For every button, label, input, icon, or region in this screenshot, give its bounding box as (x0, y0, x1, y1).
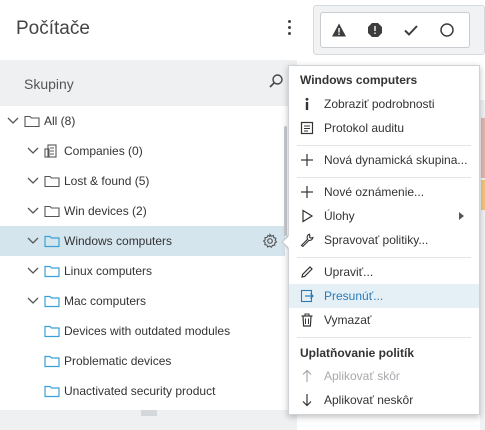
plus-icon (301, 154, 313, 166)
menu-item-label: Nová dynamická skupina... (324, 153, 468, 167)
tree-row-label: Win devices (2) (64, 204, 147, 218)
tree-row-label: Linux computers (64, 264, 153, 278)
menu-item-label: Spravovať politiky... (324, 233, 429, 247)
menu-separator (297, 177, 471, 178)
menu-item-tasks[interactable]: Úlohy (289, 204, 479, 228)
arrow-down-icon (302, 394, 312, 407)
computers-panel: Počítače Skupiny All (8) Companies (0) L… (0, 0, 297, 430)
tree-row-label: Unactivated security product (64, 384, 216, 398)
menu-item-label: Zobraziť podrobnosti (324, 97, 435, 111)
menu-item-label: Vymazať (324, 313, 372, 327)
plus-icon (301, 186, 313, 198)
dynamic-folder-icon (44, 385, 60, 398)
chevron-down-icon[interactable] (26, 174, 40, 188)
tree-row-label: Mac computers (64, 294, 147, 308)
gear-icon[interactable] (262, 233, 278, 249)
check-icon[interactable] (403, 22, 419, 38)
menu-item-label: Úlohy (324, 209, 355, 223)
menu-item-new-dynamic-group[interactable]: Nová dynamická skupina... (289, 148, 479, 172)
folder-icon (24, 115, 40, 128)
move-icon (300, 289, 314, 303)
tree-row-label: Companies (0) (64, 144, 143, 158)
menu-item-new-notification[interactable]: Nové oznámenie... (289, 180, 479, 204)
folder-icon (44, 295, 60, 308)
chevron-down-icon[interactable] (26, 204, 40, 218)
menu-item-apply-later[interactable]: Aplikovať neskôr (289, 388, 479, 412)
menu-item-manage-policies[interactable]: Spravovať politiky... (289, 228, 479, 252)
tree-row-problematic-devices[interactable]: Problematic devices (0, 346, 285, 376)
menu-item-label: Protokol auditu (324, 121, 405, 135)
tree-row-linux-computers[interactable]: Linux computers (0, 256, 285, 286)
tree-row-windows-computers[interactable]: Windows computers (0, 226, 285, 256)
menu-separator (297, 145, 471, 146)
chevron-down-icon[interactable] (6, 114, 20, 128)
arrow-up-icon (302, 369, 312, 382)
menu-item-label: Presunúť... (324, 289, 384, 303)
chevron-down-icon[interactable] (26, 264, 40, 278)
tree-row-outdated-modules[interactable]: Devices with outdated modules (0, 316, 285, 346)
status-filter-group (320, 12, 470, 48)
menu-separator (297, 337, 471, 338)
tree-row-lost-found[interactable]: Lost & found (5) (0, 166, 285, 196)
context-menu: Windows computers Zobraziť podrobnosti P… (288, 65, 480, 415)
menu-item-label: Nové oznámenie... (324, 185, 425, 199)
folder-icon (44, 235, 60, 248)
dynamic-folder-icon (44, 325, 60, 338)
chevron-down-icon[interactable] (26, 144, 40, 158)
menu-item-apply-earlier[interactable]: Aplikovať skôr (289, 364, 479, 388)
chevron-down-icon[interactable] (26, 294, 40, 308)
circle-icon[interactable] (439, 22, 455, 38)
submenu-arrow-icon (459, 212, 464, 220)
tree-row-companies[interactable]: Companies (0) (0, 136, 285, 166)
tree-row-unactivated-product[interactable]: Unactivated security product (0, 376, 285, 406)
chart-fragment (481, 118, 485, 178)
menu-item-audit-log[interactable]: Protokol auditu (289, 116, 479, 140)
resize-handle[interactable] (141, 410, 157, 416)
menu-section-title: Uplatňovanie politík (300, 346, 415, 360)
audit-log-icon (300, 121, 314, 135)
folder-icon (44, 205, 60, 218)
menu-item-label: Upraviť... (324, 265, 374, 279)
panel-footer (0, 410, 297, 430)
menu-separator (297, 257, 471, 258)
wrench-icon (300, 233, 314, 247)
tree-scrollbar[interactable] (284, 126, 287, 236)
tree-row-label: Devices with outdated modules (64, 324, 231, 338)
dynamic-folder-icon (44, 355, 60, 368)
menu-item-move[interactable]: Presunúť... (289, 284, 479, 308)
menu-item-details[interactable]: Zobraziť podrobnosti (289, 92, 479, 116)
menu-item-label: Aplikovať neskôr (324, 393, 414, 407)
menu-item-label: Aplikovať skôr (324, 369, 400, 383)
tree-row-win-devices[interactable]: Win devices (2) (0, 196, 285, 226)
tree-row-label: All (8) (44, 114, 76, 128)
menu-item-edit[interactable]: Upraviť... (289, 260, 479, 284)
menu-pointer-inner (283, 235, 290, 249)
chevron-down-icon[interactable] (26, 234, 40, 248)
companies-icon (44, 144, 57, 158)
menu-item-delete[interactable]: Vymazať (289, 308, 479, 332)
chart-fragment (481, 180, 485, 210)
tree-row-label: Lost & found (5) (64, 174, 150, 188)
info-icon (305, 97, 309, 110)
play-icon (302, 209, 314, 223)
page-title: Počítače (16, 18, 90, 39)
search-icon[interactable] (268, 73, 284, 89)
folder-icon (44, 175, 60, 188)
folder-icon (44, 265, 60, 278)
warning-icon[interactable] (331, 22, 347, 38)
menu-section-title: Windows computers (300, 73, 418, 87)
groups-header: Skupiny (0, 60, 297, 106)
tree-row-label: Problematic devices (64, 354, 172, 368)
groups-label: Skupiny (24, 76, 74, 92)
pencil-icon (301, 266, 313, 278)
trash-icon (301, 313, 313, 327)
tree-row-label: Windows computers (64, 234, 173, 248)
tree-row-all[interactable]: All (8) (0, 106, 285, 136)
tree-row-mac-computers[interactable]: Mac computers (0, 286, 285, 316)
more-options-icon[interactable] (284, 20, 294, 40)
error-icon[interactable] (367, 22, 383, 38)
